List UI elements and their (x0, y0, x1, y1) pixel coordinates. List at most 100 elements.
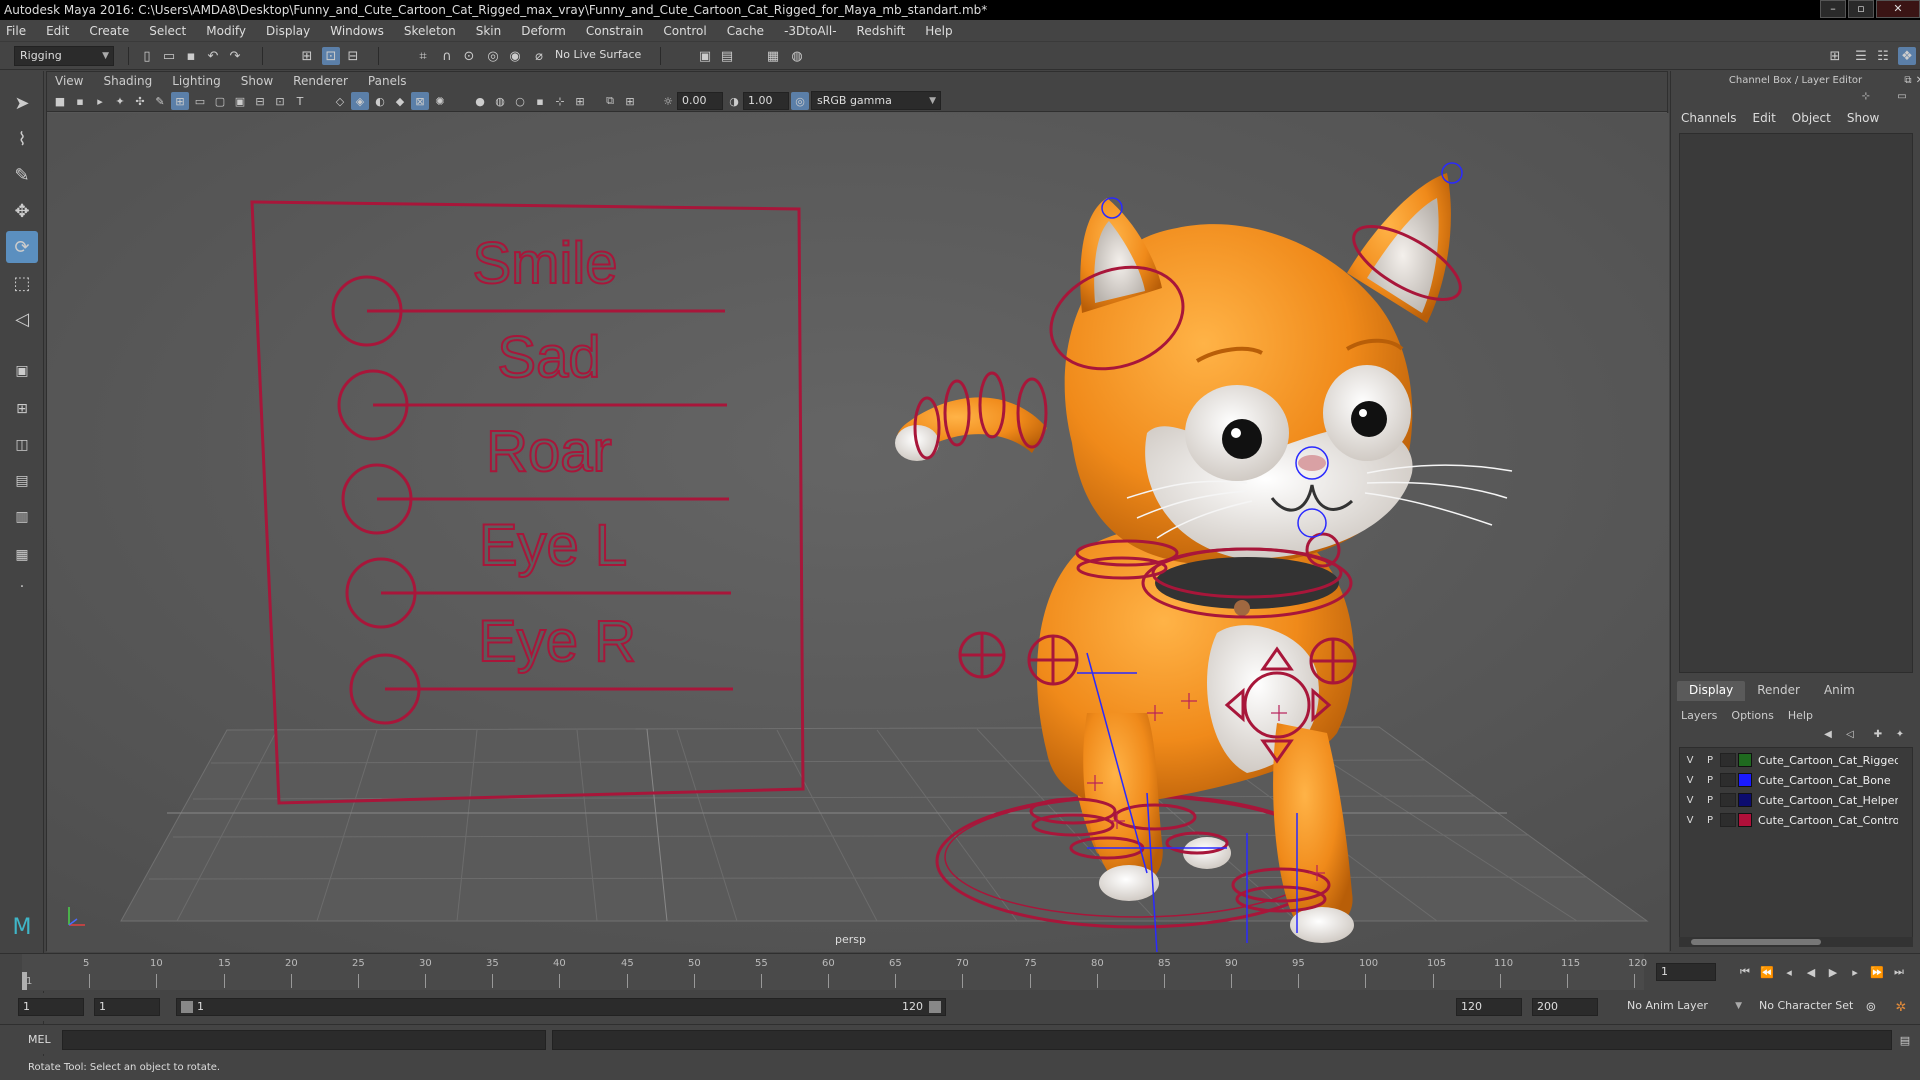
command-language-label[interactable]: MEL (28, 1033, 51, 1046)
menu-create[interactable]: Create (89, 24, 129, 38)
layer-visibility-toggle[interactable]: V (1680, 815, 1700, 826)
rotate-tool-icon[interactable]: ⟳ (6, 231, 38, 263)
safe-title-icon[interactable]: T (291, 92, 309, 110)
paint-select-icon[interactable]: ✎ (6, 159, 38, 191)
range-end-handle[interactable] (929, 1001, 941, 1013)
xray-icon[interactable]: ⊠ (411, 92, 429, 110)
tab-display[interactable]: Display (1677, 681, 1746, 701)
color-management-icon[interactable]: ◎ (791, 92, 809, 110)
render-frame-icon[interactable]: ▤ (718, 47, 736, 65)
play-forward-icon[interactable]: ▶ (1824, 963, 1842, 981)
four-pane-layout-icon[interactable]: ⊞ (6, 393, 38, 425)
resolution-gate-icon[interactable]: ▢ (211, 92, 229, 110)
camera-attributes-icon[interactable]: ▪ (71, 92, 89, 110)
vp-menu-panels[interactable]: Panels (368, 74, 407, 88)
play-backward-icon[interactable]: ◀ (1802, 963, 1820, 981)
film-gate-icon[interactable]: ▭ (191, 92, 209, 110)
menu-cache[interactable]: Cache (727, 24, 764, 38)
gate-mask-icon[interactable]: ▣ (231, 92, 249, 110)
grease-pencil-icon[interactable]: ✎ (151, 92, 169, 110)
command-input[interactable] (62, 1030, 546, 1050)
menu-skin[interactable]: Skin (476, 24, 502, 38)
grid-toggle-icon[interactable]: ⊞ (171, 92, 189, 110)
modeling-toolkit-icon[interactable]: ⊞ (1826, 47, 1844, 65)
menu-windows[interactable]: Windows (330, 24, 384, 38)
open-scene-icon[interactable]: ▭ (160, 47, 178, 65)
layer-display-type[interactable] (1720, 753, 1736, 767)
layer-playback-toggle[interactable]: P (1700, 775, 1720, 786)
range-bar[interactable]: 1 120 (176, 998, 946, 1016)
attribute-editor-icon[interactable]: ☰ (1852, 47, 1870, 65)
layer-color-swatch[interactable] (1738, 813, 1752, 827)
image-plane-icon[interactable]: ✦ (111, 92, 129, 110)
cb-menu-object[interactable]: Object (1792, 111, 1831, 129)
character-set-dropdown[interactable]: No Character Set (1754, 997, 1872, 1017)
camera-icon[interactable]: ■ (51, 92, 69, 110)
select-hierarchy-icon[interactable]: ⊞ (298, 47, 316, 65)
snap-view-plane-icon[interactable]: ◎ (484, 47, 502, 65)
auto-key-icon[interactable]: ⊚ (1862, 998, 1880, 1016)
scale-tool-icon[interactable]: ⬚ (6, 267, 38, 299)
channel-box-settings-icon[interactable]: ▭ (1893, 87, 1911, 105)
menu-skeleton[interactable]: Skeleton (404, 24, 456, 38)
layer-color-swatch[interactable] (1738, 793, 1752, 807)
wireframe-on-shaded-icon[interactable]: ◐ (371, 92, 389, 110)
menu-select[interactable]: Select (149, 24, 186, 38)
layer-visibility-toggle[interactable]: V (1680, 795, 1700, 806)
le-menu-options[interactable]: Options (1731, 709, 1773, 722)
menu-modify[interactable]: Modify (206, 24, 246, 38)
vp-menu-shading[interactable]: Shading (103, 74, 152, 88)
viewport-scene[interactable]: Smile Sad Roar Eye L Eye R persp (47, 113, 1669, 954)
end-time-field[interactable]: 200 (1532, 998, 1598, 1016)
channel-box-area[interactable] (1679, 133, 1913, 673)
close-button[interactable]: ✕ (1876, 0, 1920, 18)
field-chart-icon[interactable]: ⊟ (251, 92, 269, 110)
tool-settings-icon[interactable]: ☷ (1874, 47, 1892, 65)
layer-display-type[interactable] (1720, 773, 1736, 787)
exposure-icon[interactable]: ☼ (659, 92, 677, 110)
gamma-field[interactable]: 1.00 (743, 92, 789, 110)
snap-curve-icon[interactable]: ∩ (438, 47, 456, 65)
menu-constrain[interactable]: Constrain (586, 24, 644, 38)
outliner-layout-icon[interactable]: ▤ (6, 465, 38, 497)
scrollbar-thumb[interactable] (1691, 939, 1821, 945)
layer-display-type[interactable] (1720, 793, 1736, 807)
hypershade-icon[interactable]: ◍ (788, 47, 806, 65)
select-object-icon[interactable]: ⊡ (322, 47, 340, 65)
hypershade-layout-icon[interactable]: ▦ (6, 539, 38, 571)
layer-playback-toggle[interactable]: P (1700, 795, 1720, 806)
le-menu-help[interactable]: Help (1788, 709, 1813, 722)
current-time-indicator[interactable] (22, 972, 27, 990)
snap-point-icon[interactable]: ⊙ (460, 47, 478, 65)
menu-edit[interactable]: Edit (46, 24, 69, 38)
frame-all-icon[interactable]: ⊞ (621, 92, 639, 110)
single-pane-layout-icon[interactable]: ▣ (6, 355, 38, 387)
go-to-start-icon[interactable]: ⏮ (1736, 963, 1754, 981)
move-layer-down-icon[interactable]: ◁ (1841, 725, 1859, 743)
le-menu-layers[interactable]: Layers (1681, 709, 1717, 722)
undo-icon[interactable]: ↶ (204, 47, 222, 65)
vp-menu-show[interactable]: Show (241, 74, 273, 88)
playback-end-field[interactable]: 120 (1456, 998, 1522, 1016)
tab-render[interactable]: Render (1745, 681, 1812, 701)
step-forward-key-icon[interactable]: ⏩ (1868, 963, 1886, 981)
render-settings-icon[interactable]: ▦ (764, 47, 782, 65)
menu-deform[interactable]: Deform (521, 24, 566, 38)
layer-list-scrollbar[interactable] (1679, 937, 1913, 947)
layer-display-type[interactable] (1720, 813, 1736, 827)
gamma-icon[interactable]: ◑ (725, 92, 743, 110)
current-frame-field[interactable]: 1 (1656, 963, 1716, 981)
new-scene-icon[interactable]: ▯ (138, 47, 156, 65)
vp-menu-lighting[interactable]: Lighting (172, 74, 221, 88)
start-time-field[interactable]: 1 (18, 998, 84, 1016)
select-component-icon[interactable]: ⊟ (344, 47, 362, 65)
layer-row[interactable]: V P Cute_Cartoon_Cat_Helpers (1680, 790, 1914, 810)
menu-display[interactable]: Display (266, 24, 310, 38)
layer-playback-toggle[interactable]: P (1700, 815, 1720, 826)
snap-surface-icon[interactable]: ◉ (506, 47, 524, 65)
layer-row[interactable]: V P Cute_Cartoon_Cat_Controllers (1680, 810, 1914, 830)
cb-menu-edit[interactable]: Edit (1753, 111, 1776, 129)
lasso-tool-icon[interactable]: ⌇ (6, 123, 38, 155)
new-layer-selected-icon[interactable]: ✦ (1891, 725, 1909, 743)
render-view-icon[interactable]: ▣ (696, 47, 714, 65)
